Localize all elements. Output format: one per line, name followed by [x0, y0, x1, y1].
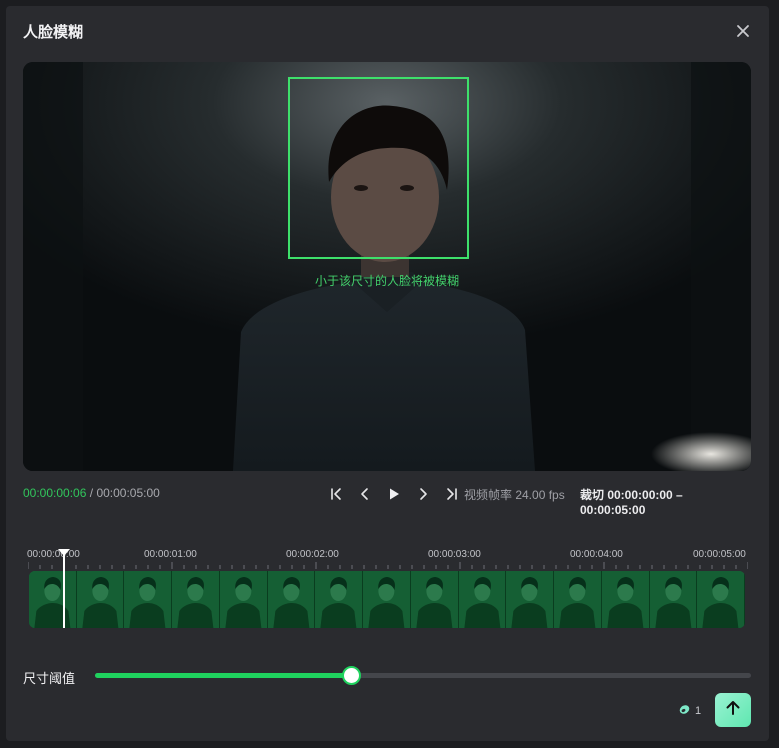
timeline-frame-thumbnail	[219, 571, 268, 628]
timeline-frame-thumbnail	[601, 571, 650, 628]
slider-fill	[95, 673, 351, 678]
dialog-title: 人脸模糊	[23, 24, 84, 41]
timeline-frame-thumbnail	[648, 571, 698, 628]
timeline-frame-thumbnail	[171, 571, 220, 628]
frame-rate: 视频帧率 24.00 fps	[464, 488, 565, 502]
timeline-label: 00:00:05:00	[693, 549, 746, 560]
total-time: 00:00:05:00	[96, 486, 160, 500]
skip-to-start-icon[interactable]	[321, 484, 350, 504]
slider-thumb[interactable]	[341, 666, 361, 685]
size-threshold-slider[interactable]	[95, 666, 751, 685]
next-frame-icon[interactable]	[408, 484, 437, 504]
timeline-ticks	[28, 562, 748, 569]
timeline-frame-thumbnail	[505, 571, 555, 628]
timeline-frame-thumbnail	[696, 571, 745, 628]
submit-button[interactable]	[715, 693, 751, 727]
timeline-label: 00:00:00:00	[27, 549, 80, 560]
prev-frame-icon[interactable]	[350, 484, 379, 504]
time-separator: /	[89, 486, 94, 500]
timeline-label: 00:00:01:00	[144, 549, 197, 560]
arrow-up-icon	[724, 699, 742, 722]
video-preview: 小于该尺寸的人脸将被模糊	[23, 62, 751, 471]
credit-count: 1	[695, 705, 702, 717]
current-time: 00:00:00:06	[23, 486, 87, 500]
timeline-frame-thumbnail	[123, 571, 173, 628]
playback-controls	[321, 484, 466, 504]
timeline-frame-thumbnail	[29, 571, 77, 628]
play-icon[interactable]	[379, 484, 408, 504]
skip-to-end-icon[interactable]	[437, 484, 466, 504]
timeline-frame-thumbnail	[314, 571, 364, 628]
playhead[interactable]	[63, 549, 65, 628]
timeline-frame-thumbnail	[553, 571, 602, 628]
coin-icon	[678, 703, 691, 719]
timeline-frame-thumbnail	[267, 571, 316, 628]
timeline-ruler[interactable]: 00:00:00:00 00:00:01:00 00:00:02:00 00:0…	[23, 546, 751, 570]
timeline-label: 00:00:03:00	[428, 549, 481, 560]
timeline-label: 00:00:04:00	[570, 549, 623, 560]
face-blur-dialog: 人脸模糊 小于该尺寸的人脸将被模糊 00:00:00:06 / 00:00:05…	[6, 6, 769, 741]
size-threshold-label: 尺寸阈值	[23, 671, 76, 686]
face-size-hint: 小于该尺寸的人脸将被模糊	[314, 274, 459, 288]
crop-range: 裁切 00:00:00:00 – 00:00:05:00	[580, 488, 683, 517]
credit-cost: 1	[678, 703, 701, 719]
timeline-frame-thumbnail	[76, 571, 125, 628]
timeline-filmstrip[interactable]	[29, 571, 745, 628]
timeline-label: 00:00:02:00	[286, 549, 339, 560]
timeline-frame-thumbnail	[410, 571, 459, 628]
timeline-frame-thumbnail	[362, 571, 411, 628]
close-icon[interactable]	[734, 22, 752, 40]
playback-bar: 00:00:00:06 / 00:00:05:00 视频帧率 24.00 fps…	[23, 484, 751, 517]
timeline-frame-thumbnail	[457, 571, 507, 628]
face-size-box[interactable]	[288, 77, 469, 259]
